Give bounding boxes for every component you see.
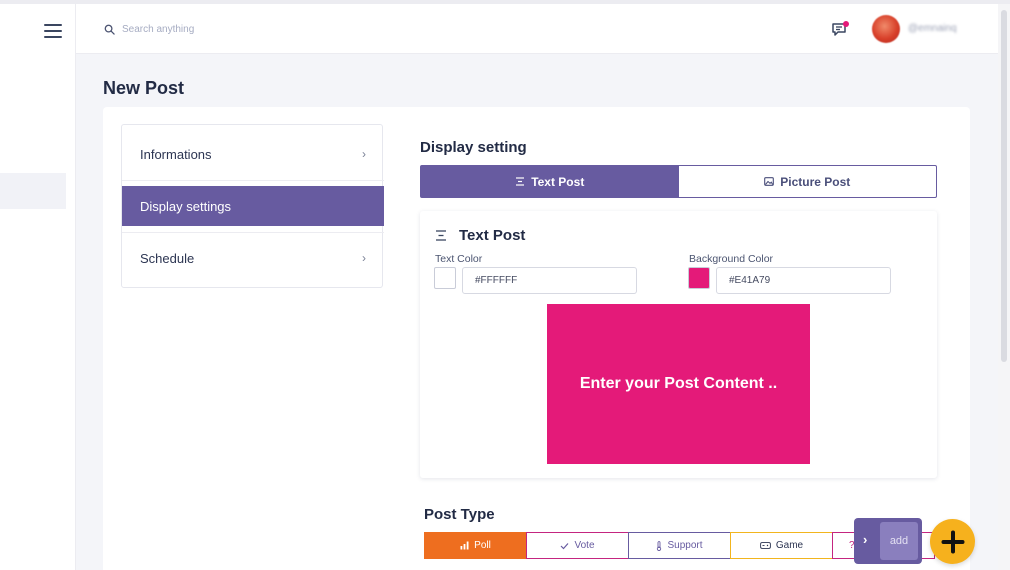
- avatar[interactable]: [872, 15, 900, 43]
- image-icon: [764, 177, 775, 186]
- post-type-support[interactable]: Support: [628, 532, 731, 559]
- plus-icon: [941, 530, 964, 553]
- align-center-icon: [436, 230, 446, 241]
- text-post-title: Text Post: [459, 227, 526, 244]
- page-scrollbar[interactable]: [998, 4, 1010, 570]
- post-type-vote[interactable]: Vote: [526, 532, 629, 559]
- post-type-label: Game: [775, 540, 804, 551]
- step-label: Schedule: [140, 250, 195, 266]
- gamepad-icon: [760, 542, 771, 549]
- left-sidebar: [0, 4, 76, 570]
- check-icon: [561, 542, 569, 549]
- post-type-poll[interactable]: Poll: [424, 532, 527, 559]
- tab-text-post[interactable]: Text Post: [421, 166, 679, 197]
- main-content: New Post Informations › Display settings…: [76, 54, 998, 570]
- post-type-label: Vote: [574, 540, 595, 551]
- post-type-game[interactable]: Game: [730, 532, 833, 559]
- search-icon: [104, 24, 115, 35]
- notification-badge: [843, 21, 849, 27]
- steps-list: Informations › Display settings Schedule…: [121, 124, 384, 288]
- step-display-settings[interactable]: Display settings: [122, 186, 384, 226]
- tab-label: Text Post: [531, 174, 585, 189]
- background-color-swatch[interactable]: [688, 267, 710, 289]
- floating-toolbar: › add: [854, 518, 922, 564]
- thermometer-icon: [657, 540, 662, 551]
- tab-label: Picture Post: [780, 174, 851, 189]
- step-label: Informations: [140, 146, 212, 162]
- step-label: Display settings: [140, 198, 232, 214]
- text-post-panel: Text Post Text Color Background Color En…: [420, 211, 937, 478]
- post-type-title: Post Type: [424, 506, 495, 523]
- text-color-input[interactable]: [462, 267, 637, 294]
- display-setting-title: Display setting: [420, 139, 527, 156]
- post-content-preview[interactable]: Enter your Post Content ..: [547, 304, 810, 464]
- chevron-right-icon: ›: [362, 147, 366, 161]
- add-fab-button[interactable]: [930, 519, 975, 564]
- add-button[interactable]: add: [880, 522, 918, 560]
- search-input[interactable]: [122, 19, 422, 39]
- username-label[interactable]: @emnainq: [908, 23, 957, 34]
- hamburger-menu-icon[interactable]: [44, 24, 62, 38]
- page-title: New Post: [103, 78, 185, 98]
- divider: [122, 180, 384, 181]
- background-color-label: Background Color: [689, 253, 774, 265]
- post-type-label: Support: [667, 540, 703, 551]
- text-color-swatch[interactable]: [434, 267, 456, 289]
- background-color-input[interactable]: [716, 267, 891, 294]
- divider: [122, 232, 384, 233]
- top-bar: @emnainq: [76, 4, 998, 54]
- step-schedule[interactable]: Schedule ›: [122, 238, 384, 278]
- post-type-label: Poll: [474, 540, 491, 551]
- chevron-right-icon: ›: [362, 251, 366, 265]
- chevron-right-icon[interactable]: ›: [863, 532, 867, 547]
- align-center-icon: [516, 177, 525, 186]
- sidebar-active-item[interactable]: [0, 173, 66, 209]
- bar-chart-icon: [460, 541, 469, 550]
- new-post-card: Informations › Display settings Schedule…: [103, 107, 970, 570]
- scrollbar-thumb[interactable]: [1001, 10, 1007, 362]
- text-color-label: Text Color: [435, 253, 483, 265]
- tab-picture-post[interactable]: Picture Post: [679, 166, 937, 197]
- post-format-tabs: Text Post Picture Post: [420, 165, 937, 198]
- step-informations[interactable]: Informations ›: [122, 134, 384, 174]
